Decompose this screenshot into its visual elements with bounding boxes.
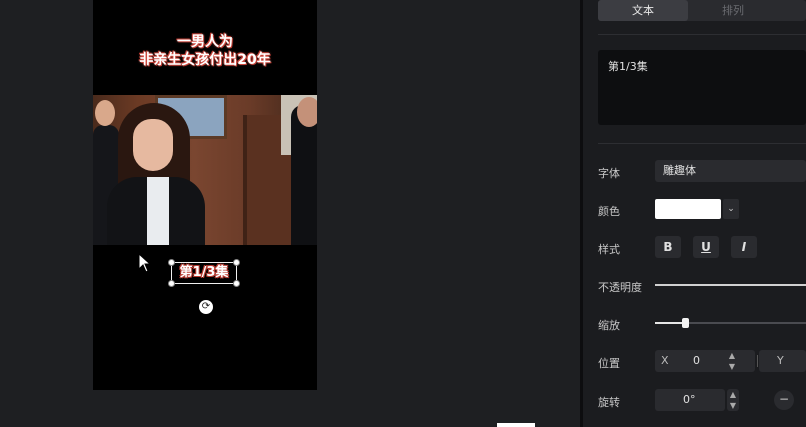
scene-woman-shirt [147,177,169,245]
stepper-icon[interactable]: ▲ ▼ [727,389,739,411]
scene-woman-face [133,119,173,171]
caption-selection-box[interactable]: 第1/3集 [168,259,240,287]
font-label: 字体 [598,167,620,180]
resize-handle-top-left[interactable] [168,259,175,266]
scale-slider-fill [655,322,686,324]
title-line-2: 非亲生女孩付出20年 [139,52,271,68]
position-x-field[interactable]: X 0 ▲ ▼ [655,350,755,372]
divider [598,34,806,35]
caption-text[interactable]: 第1/3集 [172,263,236,283]
tab-layout[interactable]: 排列 [688,0,778,21]
stepper-icon[interactable]: ▲ ▼ [727,350,737,372]
style-label: 样式 [598,243,620,256]
chevron-down-icon[interactable]: ⌄ [723,199,739,219]
title-line-1: 一男人为 [177,34,233,50]
scale-slider-thumb[interactable] [682,318,690,328]
panel-tabs: 文本 排列 [598,0,806,21]
tab-text[interactable]: 文本 [598,0,688,21]
color-label: 颜色 [598,205,620,218]
bold-button[interactable]: B [655,236,681,258]
scene-person-left-head [95,100,115,126]
color-swatch[interactable] [655,199,721,219]
underline-button[interactable]: U [693,236,719,258]
opacity-label: 不透明度 [598,281,642,294]
scene-person-right-head [297,97,317,127]
position-x-value[interactable]: 0 [693,350,700,372]
video-frame: 一男人为 非亲生女孩付出20年 第1/3集 ⟳ [93,0,317,390]
resize-handle-bottom-right[interactable] [233,280,240,287]
font-select[interactable]: 雕趣体 [655,160,806,182]
video-scene-image [93,95,317,245]
position-y-field[interactable]: Y [759,350,806,372]
position-y-label: Y [777,354,784,367]
rotation-knob-icon[interactable]: − [774,390,794,410]
position-x-label: X [661,354,669,367]
divider [757,355,758,367]
rotation-label: 旋转 [598,396,620,409]
text-content-input[interactable]: 第1/3集 [598,50,806,125]
position-label: 位置 [598,357,620,370]
bottom-indicator [497,423,535,427]
video-preview: 一男人为 非亲生女孩付出20年 第1/3集 ⟳ [0,0,580,427]
resize-handle-bottom-left[interactable] [168,280,175,287]
rotation-value[interactable]: 0° [683,389,696,411]
opacity-slider[interactable] [655,284,806,286]
mouse-cursor-icon [138,253,152,273]
rotate-handle-icon[interactable]: ⟳ [199,300,213,314]
rotation-field[interactable]: 0° [655,389,725,411]
properties-panel: 文本 排列 第1/3集 字体 雕趣体 颜色 ⌄ 样式 B U I 不透明度 缩放… [583,0,806,427]
italic-button[interactable]: I [731,236,757,258]
scale-label: 缩放 [598,319,620,332]
divider [598,143,806,144]
scale-slider[interactable] [655,318,806,328]
resize-handle-top-right[interactable] [233,259,240,266]
